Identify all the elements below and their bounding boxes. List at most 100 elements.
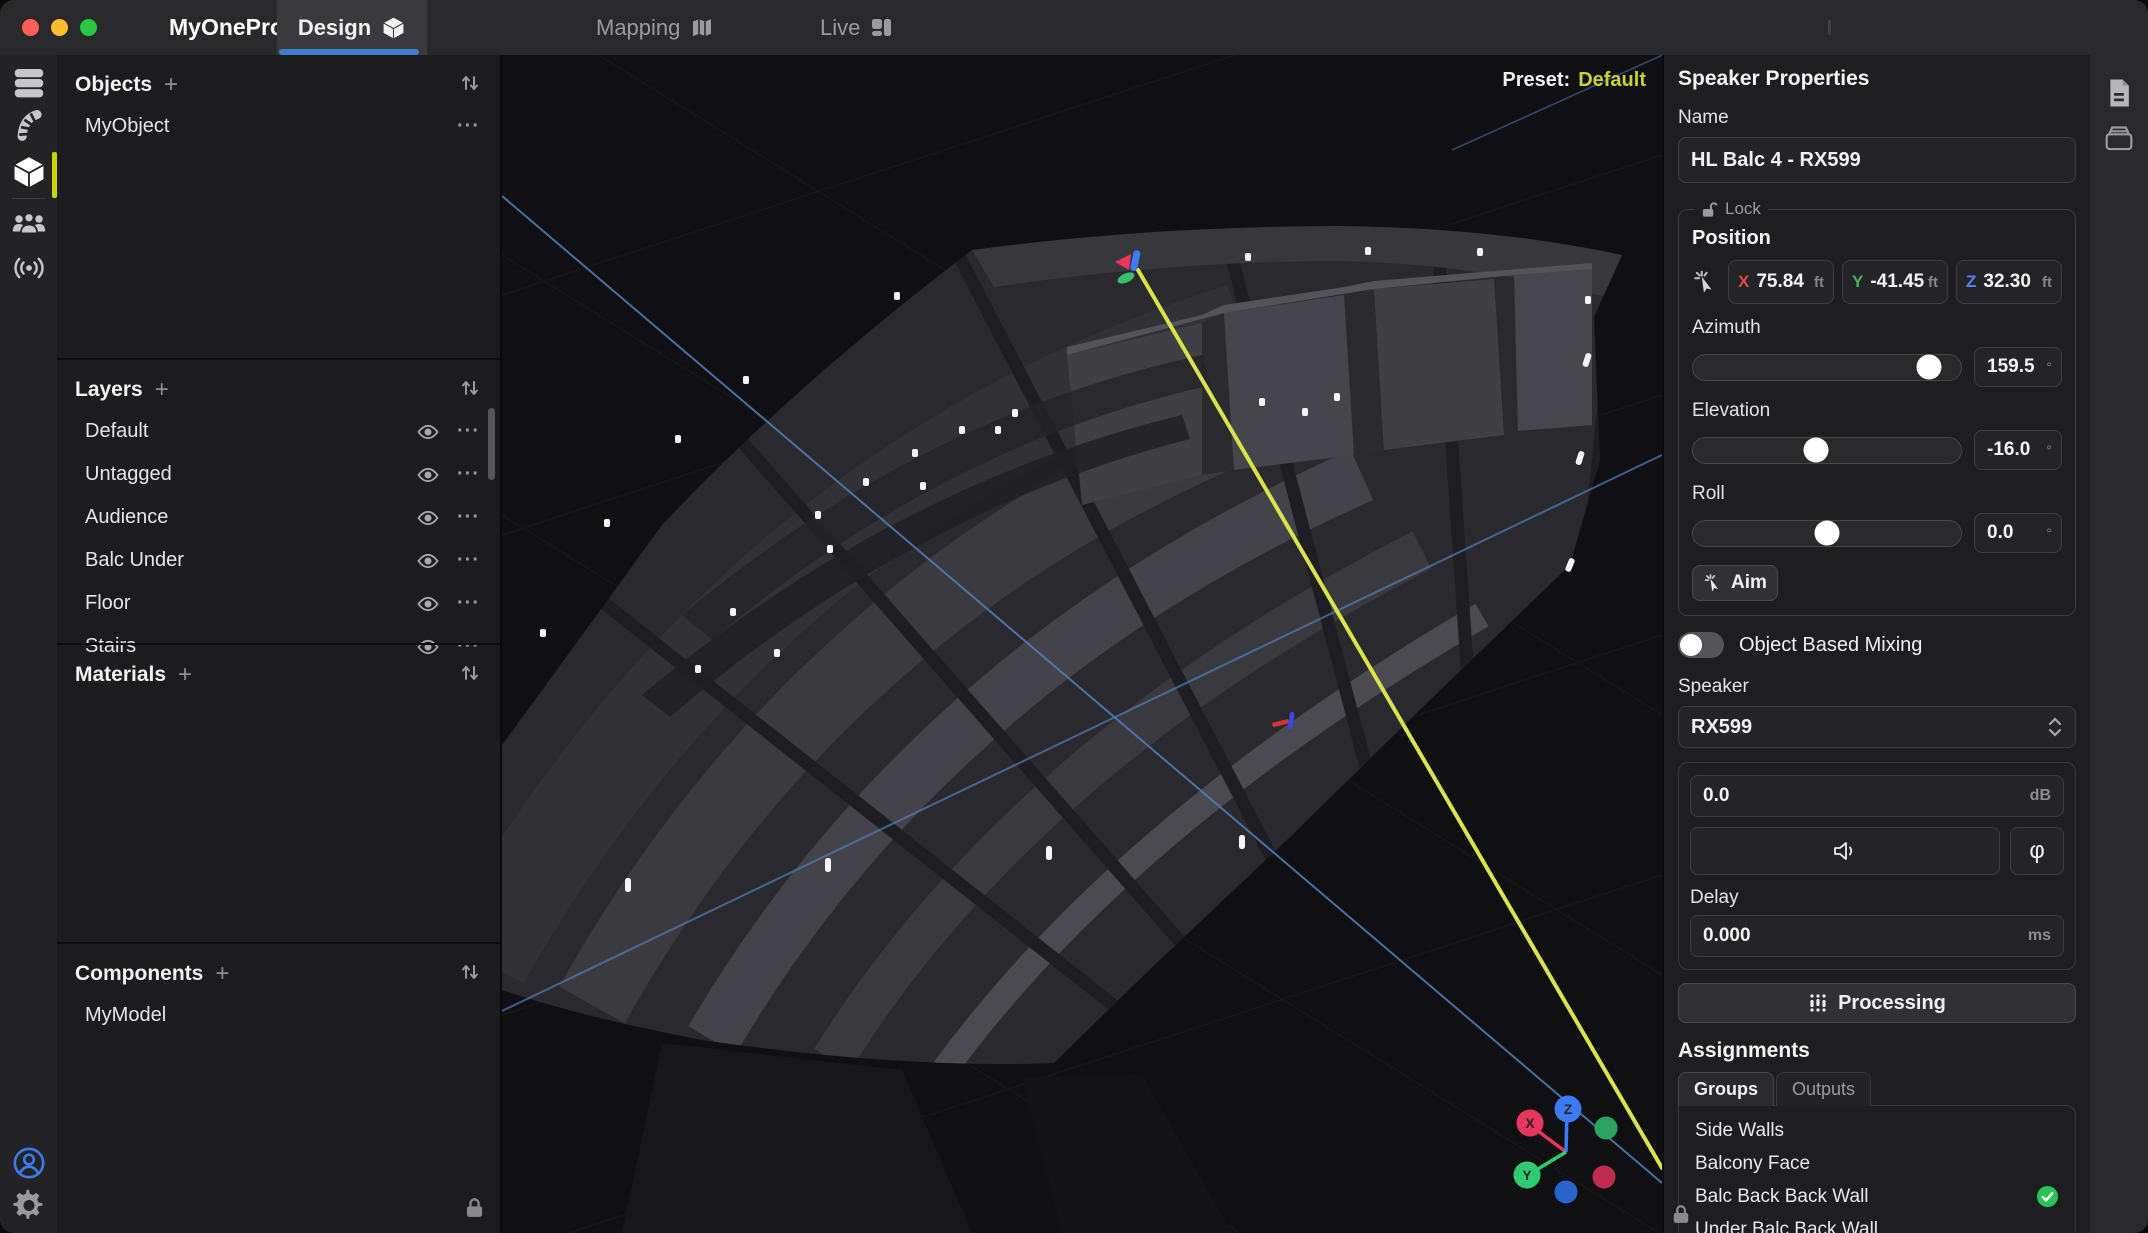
azimuth-slider-thumb[interactable] — [1916, 355, 1941, 380]
sort-objects-icon[interactable] — [460, 73, 480, 98]
layer-row[interactable]: Balc Under ··· — [57, 539, 500, 582]
add-component-button[interactable]: + — [215, 960, 229, 988]
sort-layers-icon[interactable] — [460, 378, 480, 403]
objects-title: Objects — [75, 73, 152, 97]
name-label: Name — [1678, 107, 2076, 129]
gain-input[interactable]: 0.0 dB — [1690, 775, 2064, 817]
elevation-slider-thumb[interactable] — [1804, 438, 1829, 463]
speaker-volume-icon — [1831, 838, 1859, 864]
archive-drawer-icon[interactable] — [2103, 123, 2135, 158]
add-layer-button[interactable]: + — [155, 376, 169, 404]
layer-visibility-eye-icon[interactable] — [417, 553, 439, 569]
gain-value: 0.0 — [1703, 785, 1729, 807]
elevation-value-field[interactable]: -16.0 ° — [1974, 430, 2062, 470]
position-x-field[interactable]: X 75.84 ft — [1728, 260, 1834, 304]
broadcast-icon[interactable] — [12, 252, 46, 289]
gizmo-neg-y-ball[interactable] — [1595, 1117, 1618, 1140]
position-z-field[interactable]: Z 32.30 ft — [1956, 260, 2062, 304]
left-tool-rail — [0, 55, 57, 1233]
tab-mapping[interactable]: Mapping — [596, 0, 714, 55]
layers-scrollbar[interactable] — [488, 408, 495, 480]
zoom-window-button[interactable] — [80, 19, 97, 36]
account-icon[interactable] — [12, 1146, 46, 1185]
roll-slider-thumb[interactable] — [1815, 521, 1840, 546]
tab-groups[interactable]: Groups — [1678, 1072, 1774, 1106]
azimuth-value-field[interactable]: 159.5 ° — [1974, 347, 2062, 387]
tab-outputs[interactable]: Outputs — [1776, 1072, 1871, 1106]
sort-materials-icon[interactable] — [460, 663, 480, 688]
layer-row[interactable]: Floor ··· — [57, 582, 500, 625]
line-array-tool-icon[interactable] — [13, 109, 45, 148]
group-row[interactable]: Balc Back Back Wall — [1679, 1180, 2075, 1213]
gizmo-z-label: Z — [1564, 1101, 1573, 1117]
object-menu-button[interactable]: ··· — [457, 115, 480, 138]
azimuth-slider[interactable] — [1692, 354, 1962, 381]
x-value: 75.84 — [1756, 271, 1804, 293]
layer-menu-button[interactable]: ··· — [457, 549, 480, 572]
speaker-select-label: Speaker — [1678, 676, 2076, 698]
roll-slider[interactable] — [1692, 520, 1962, 547]
layers-panel: Layers + Default ··· Untagged ··· — [57, 358, 500, 643]
layer-row[interactable]: Untagged ··· — [57, 453, 500, 496]
minimize-window-button[interactable] — [51, 19, 68, 36]
speaker-model-select[interactable]: RX599 — [1678, 706, 2076, 748]
object-based-mixing-toggle[interactable] — [1678, 632, 1724, 658]
position-pick-wand-icon[interactable] — [1692, 268, 1720, 296]
group-row[interactable]: Balcony Face — [1679, 1147, 2075, 1180]
layer-menu-button[interactable]: ··· — [457, 506, 480, 529]
layer-row[interactable]: Audience ··· — [57, 496, 500, 539]
settings-gear-icon[interactable] — [12, 1189, 45, 1227]
tab-design[interactable]: Design — [277, 0, 427, 55]
gizmo-neg-x-ball[interactable] — [1593, 1166, 1616, 1189]
group-row[interactable]: Side Walls — [1679, 1114, 2075, 1147]
audience-people-icon[interactable] — [11, 208, 46, 245]
layer-row[interactable]: Default ··· — [57, 410, 500, 453]
close-window-button[interactable] — [22, 19, 39, 36]
materials-title: Materials — [75, 663, 166, 687]
layer-visibility-eye-icon[interactable] — [417, 510, 439, 526]
component-list-item[interactable]: MyModel — [57, 994, 500, 1037]
layer-name: Untagged — [85, 463, 417, 486]
x-axis-letter: X — [1738, 272, 1749, 292]
viewport-3d-scene: X Z Y — [502, 55, 1662, 1233]
processing-sliders-icon — [1808, 993, 1828, 1013]
azimuth-unit: ° — [2046, 359, 2052, 375]
layer-menu-button[interactable]: ··· — [457, 420, 480, 443]
viewport-3d[interactable]: X Z Y Preset:Default — [502, 55, 1662, 1233]
document-icon[interactable] — [2104, 77, 2134, 114]
add-object-button[interactable]: + — [164, 71, 178, 99]
phase-button[interactable]: φ — [2010, 827, 2064, 875]
object-list-item[interactable]: MyObject ··· — [57, 105, 500, 148]
stack-tool-icon[interactable] — [12, 65, 45, 104]
left-panel-lock-icon[interactable] — [465, 1197, 484, 1223]
delay-input[interactable]: 0.000 ms — [1690, 915, 2064, 957]
gizmo-neg-z-ball[interactable] — [1555, 1181, 1578, 1204]
aim-button-label: Aim — [1731, 572, 1767, 594]
preset-indicator[interactable]: Preset:Default — [1502, 69, 1646, 92]
layer-visibility-eye-icon[interactable] — [417, 596, 439, 612]
processing-button[interactable]: Processing — [1678, 983, 2076, 1023]
layer-visibility-eye-icon[interactable] — [417, 424, 439, 440]
speaker-name-input[interactable]: HL Balc 4 - RX599 — [1678, 137, 2076, 183]
chevron-up-down-icon — [2047, 716, 2063, 738]
aim-button[interactable]: Aim — [1692, 565, 1778, 601]
model-cube-tool-icon[interactable] — [11, 154, 46, 194]
layer-visibility-eye-icon[interactable] — [417, 467, 439, 483]
lock-legend[interactable]: Lock — [1694, 199, 1768, 219]
properties-lock-icon[interactable] — [1672, 1204, 1690, 1229]
add-material-button[interactable]: + — [178, 661, 192, 689]
sort-components-icon[interactable] — [460, 962, 480, 987]
lock-label: Lock — [1725, 199, 1761, 219]
elevation-slider[interactable] — [1692, 437, 1962, 464]
layer-menu-button[interactable]: ··· — [457, 463, 480, 486]
speaker-name-value: HL Balc 4 - RX599 — [1691, 149, 1861, 172]
group-row[interactable]: Under Balc Back Wall — [1679, 1213, 2075, 1233]
components-panel: Components + MyModel — [57, 942, 500, 1233]
roll-value-field[interactable]: 0.0 ° — [1974, 513, 2062, 553]
layer-menu-button[interactable]: ··· — [457, 592, 480, 615]
position-y-field[interactable]: Y -41.45 ft — [1842, 260, 1948, 304]
tab-live[interactable]: Live — [820, 0, 894, 55]
titlebar: MyOneProject Design Mapping Live — [0, 0, 2148, 55]
delay-value: 0.000 — [1703, 925, 1751, 947]
mute-button[interactable] — [1690, 827, 2000, 875]
